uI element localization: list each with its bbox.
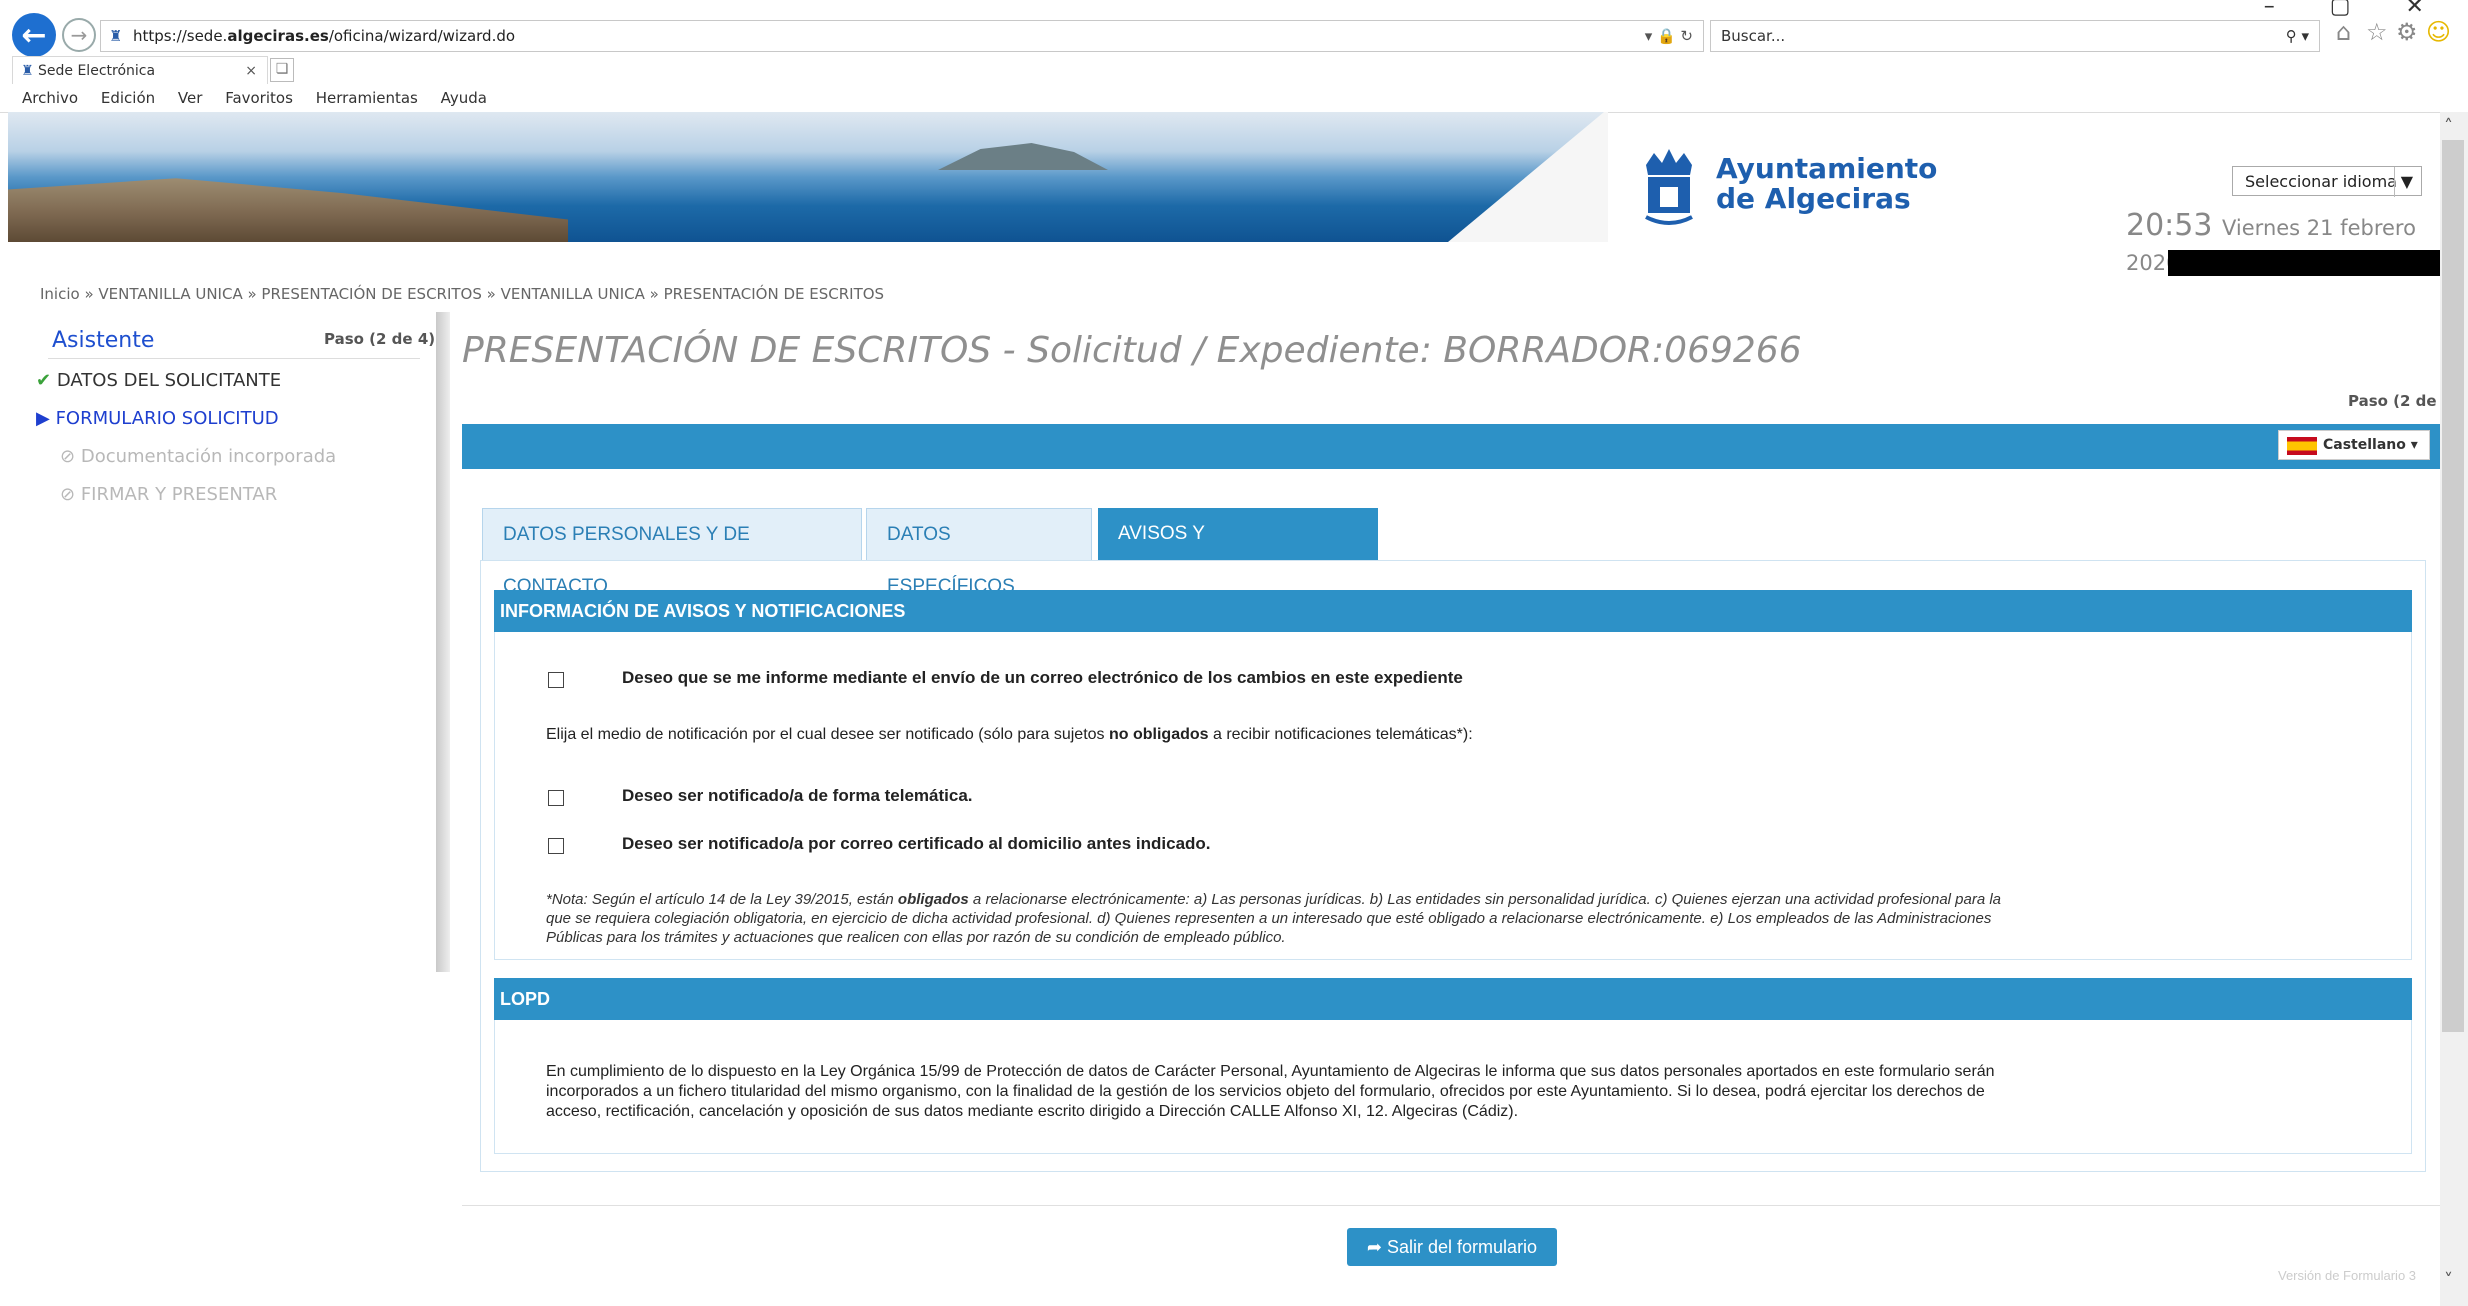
menu-archivo[interactable]: Archivo xyxy=(22,89,78,107)
sidebar-divider xyxy=(436,312,450,972)
sidebar-title: Asistente xyxy=(52,328,155,353)
window-controls[interactable]: – ▢ ✕ xyxy=(2264,0,2448,19)
url-text: https://sede.algeciras.es/oficina/wizard… xyxy=(133,27,516,45)
caret-down-icon: ▾ xyxy=(2410,437,2418,453)
browser-chrome: ← → ♜ https://sede.algeciras.es/oficina/… xyxy=(0,0,2468,113)
menu-ayuda[interactable]: Ayuda xyxy=(441,89,487,107)
notification-method-instructions: Elija el medio de notificación por el cu… xyxy=(546,726,1473,743)
divider xyxy=(462,1205,2442,1206)
menu-edicion[interactable]: Edición xyxy=(101,89,155,107)
address-bar[interactable]: ♜ https://sede.algeciras.es/oficina/wiza… xyxy=(100,20,1704,52)
checkmark-icon: ✔ xyxy=(36,370,52,391)
star-icon[interactable]: ☆ xyxy=(2366,18,2388,46)
sidebar-step-indicator: Paso (2 de 4) xyxy=(324,330,436,348)
smiley-icon[interactable]: ☺ xyxy=(2426,18,2451,46)
postal-notify-label: Deseo ser notificado/a por correo certif… xyxy=(622,834,1211,853)
sidebar-step-firmar: ⊘ FIRMAR Y PRESENTAR xyxy=(60,484,278,505)
lopd-section-header: LOPD xyxy=(494,978,2412,1020)
form-language-select[interactable]: Castellano ▾ xyxy=(2278,430,2430,460)
tab-favicon-icon: ♜ xyxy=(21,63,34,79)
site-favicon-icon: ♜ xyxy=(109,27,123,45)
chevron-down-icon: ▼ xyxy=(2393,167,2413,197)
lopd-text: En cumplimiento de lo dispuesto en la Le… xyxy=(546,1063,1995,1120)
city-logo-text: Ayuntamiento de Algeciras xyxy=(1716,152,1938,215)
form-toolbar xyxy=(462,424,2446,469)
back-arrow-icon[interactable]: ← xyxy=(12,13,56,57)
scrollbar-thumb[interactable] xyxy=(2442,140,2464,1032)
city-crown-logo-icon xyxy=(1640,145,1698,227)
avisos-section-header: INFORMACIÓN DE AVISOS Y NOTIFICACIONES xyxy=(494,590,2412,632)
browser-search-input[interactable]: Buscar... ⚲ ▾ xyxy=(1710,20,2320,52)
email-notify-checkbox[interactable] xyxy=(548,672,564,688)
home-icon[interactable]: ⌂ xyxy=(2336,18,2351,46)
header-banner-image xyxy=(8,112,1608,242)
browser-tab[interactable]: ♜ Sede Electrónica × xyxy=(12,56,268,84)
menu-herramientas[interactable]: Herramientas xyxy=(316,89,418,107)
email-notify-label: Deseo que se me informe mediante el enví… xyxy=(622,668,1463,687)
scroll-up-icon[interactable]: ˄ xyxy=(2444,116,2453,137)
gear-icon[interactable]: ⚙ xyxy=(2396,18,2418,46)
menu-bar: Archivo Edición Ver Favoritos Herramient… xyxy=(0,86,2468,110)
telematic-notify-label: Deseo ser notificado/a de forma telemáti… xyxy=(622,786,973,805)
tab-datos-personales[interactable]: DATOS PERSONALES Y DE CONTACTO xyxy=(482,508,862,597)
play-arrow-icon: ▶ xyxy=(36,408,50,429)
blocked-icon: ⊘ xyxy=(60,446,76,467)
spain-flag-icon xyxy=(2287,437,2317,455)
sidebar-step-datos-solicitante[interactable]: ✔ DATOS DEL SOLICITANTE xyxy=(36,370,281,391)
exit-door-icon: ➦ xyxy=(1366,1237,1382,1257)
form-version: Versión de Formulario 3 xyxy=(2278,1268,2417,1283)
forward-arrow-icon[interactable]: → xyxy=(62,18,96,52)
breadcrumb[interactable]: Inicio » VENTANILLA UNICA » PRESENTACIÓN… xyxy=(40,285,884,303)
redacted-bar xyxy=(2168,250,2440,276)
telematic-notify-checkbox[interactable] xyxy=(548,790,564,806)
menu-favoritos[interactable]: Favoritos xyxy=(225,89,293,107)
tab-datos-especificos[interactable]: DATOS ESPECÍFICOS xyxy=(866,508,1092,597)
menu-ver[interactable]: Ver xyxy=(178,89,203,107)
time: 20:53 xyxy=(2126,208,2213,243)
new-tab-icon[interactable]: ❏ xyxy=(270,58,294,82)
scroll-down-icon[interactable]: ˅ xyxy=(2444,1270,2453,1291)
address-tools[interactable]: ▾ 🔒 ↻ xyxy=(1645,21,1693,51)
page-title: PRESENTACIÓN DE ESCRITOS - Solicitud / E… xyxy=(462,330,1802,371)
sidebar-step-formulario[interactable]: ▶ FORMULARIO SOLICITUD xyxy=(36,408,279,429)
language-select[interactable]: Seleccionar idioma ▼ xyxy=(2232,166,2422,197)
divider xyxy=(48,358,420,359)
search-icon[interactable]: ⚲ ▾ xyxy=(2286,21,2309,51)
tab-avisos-notificaciones[interactable]: AVISOS Y NOTIFICACIONES xyxy=(1098,508,1378,596)
legal-note: *Nota: Según el artículo 14 de la Ley 39… xyxy=(546,891,2002,946)
postal-notify-checkbox[interactable] xyxy=(548,838,564,854)
tab-title: Sede Electrónica xyxy=(38,63,156,79)
blocked-icon: ⊘ xyxy=(60,484,76,505)
exit-form-button[interactable]: ➦ Salir del formulario xyxy=(1347,1228,1557,1266)
tab-close-icon[interactable]: × xyxy=(245,57,257,85)
sidebar-step-documentacion: ⊘ Documentación incorporada xyxy=(60,446,337,467)
